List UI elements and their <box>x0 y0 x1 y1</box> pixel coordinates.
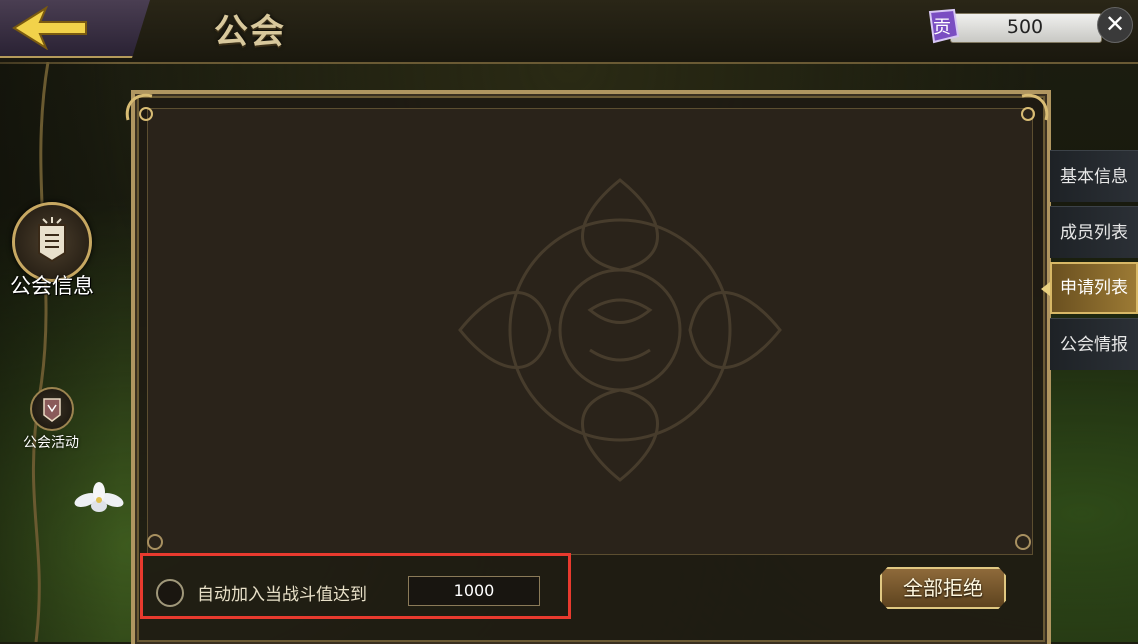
guild-shield-icon <box>43 398 61 422</box>
page-title: 公会 <box>214 12 286 52</box>
currency-value: 500 <box>1006 16 1044 38</box>
corner-ornament-bottom-left <box>147 534 163 550</box>
back-button[interactable] <box>0 0 150 58</box>
auto-join-label: 自动加入当战斗值达到 <box>197 585 367 605</box>
vine-decoration <box>31 62 50 642</box>
guild-info-label[interactable]: 公会信息 <box>0 270 104 300</box>
guild-banner-icon <box>38 217 66 263</box>
active-tab-indicator-icon <box>1041 282 1050 296</box>
tab-basic-info[interactable]: 基本信息 <box>1050 150 1138 202</box>
corner-ornament-top-left <box>125 93 153 121</box>
reject-all-button[interactable]: 全部拒绝 <box>880 567 1006 609</box>
auto-join-radio[interactable] <box>156 579 184 607</box>
guild-activity-label[interactable]: 公会活动 <box>8 432 94 452</box>
tab-guild-intel[interactable]: 公会情报 <box>1050 318 1138 370</box>
corner-ornament-top-right <box>1021 93 1049 121</box>
guild-activity-button[interactable] <box>30 387 74 431</box>
back-arrow-icon <box>12 6 87 50</box>
flower-decoration <box>74 482 124 512</box>
guild-emblem-watermark <box>458 178 782 482</box>
corner-ornament-bottom-right <box>1015 534 1031 550</box>
contribution-icon: 贡 <box>928 8 960 44</box>
close-button[interactable]: ✕ <box>1097 7 1133 43</box>
tab-application-list[interactable]: 申请列表 <box>1050 262 1138 314</box>
left-nav <box>0 62 122 642</box>
close-icon: ✕ <box>1104 10 1126 38</box>
contribution-icon-glyph: 贡 <box>933 17 951 38</box>
tab-member-list[interactable]: 成员列表 <box>1050 206 1138 258</box>
power-threshold-input[interactable]: 1000 <box>408 576 540 606</box>
